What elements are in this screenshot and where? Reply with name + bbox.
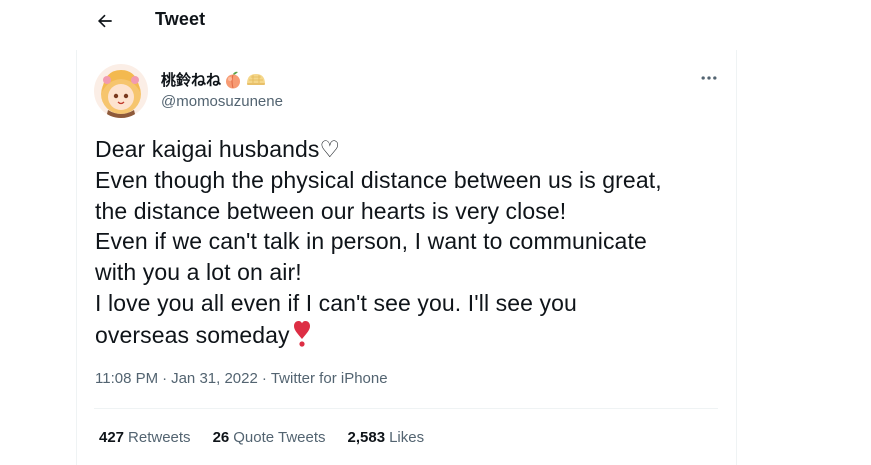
heavy-exclamation-heart-icon [292, 319, 312, 355]
tweet-time[interactable]: 11:08 PM [95, 370, 158, 387]
likes-count: 2,583 [347, 429, 386, 446]
avatar[interactable] [94, 64, 148, 118]
back-button[interactable] [92, 8, 118, 34]
retweets-label: Retweets [128, 429, 191, 446]
meta-separator: · [261, 370, 267, 387]
user-handle[interactable]: @momosuzunene [161, 93, 283, 110]
tweet-text-body: Dear kaigai husbands♡ Even though the ph… [95, 136, 662, 348]
quote-tweets-label: Quote Tweets [233, 429, 326, 446]
more-options-button[interactable] [697, 66, 721, 90]
page-header: Tweet [76, 0, 736, 50]
user-name-row[interactable]: 桃鈴ねね [161, 69, 267, 90]
more-horizontal-icon [701, 76, 717, 80]
avatar-image [94, 64, 148, 118]
meta-separator: · [162, 370, 168, 387]
tweet-text: Dear kaigai husbands♡ Even though the ph… [95, 134, 725, 355]
tweet-date[interactable]: Jan 31, 2022 [171, 370, 258, 387]
tweet-page: Tweet 桃鈴ねね @momosuzunene Dear kaigai hus… [0, 0, 871, 465]
arrow-left-icon [97, 14, 112, 28]
peach-emoji-icon [226, 71, 241, 88]
tweet-detail: 桃鈴ねね @momosuzunene Dear kaigai husbands♡… [76, 50, 737, 465]
tweet-source[interactable]: Twitter for iPhone [271, 370, 388, 387]
quote-tweets-stat[interactable]: 26 Quote Tweets [213, 429, 326, 446]
divider [94, 408, 718, 409]
likes-label: Likes [389, 429, 425, 446]
quote-tweets-count: 26 [212, 429, 230, 446]
display-name: 桃鈴ねね [161, 72, 222, 89]
retweets-count: 427 [99, 429, 125, 446]
retweets-stat[interactable]: 427 Retweets [99, 429, 191, 446]
tweet-meta: 11:08 PM · Jan 31, 2022 · Twitter for iP… [95, 370, 388, 387]
page-title: Tweet [155, 9, 206, 29]
likes-stat[interactable]: 2,583 Likes [348, 429, 425, 446]
tweet-stats: 427 Retweets 26 Quote Tweets 2,583 Likes [99, 429, 424, 446]
melon-bread-emoji-icon [247, 73, 266, 85]
